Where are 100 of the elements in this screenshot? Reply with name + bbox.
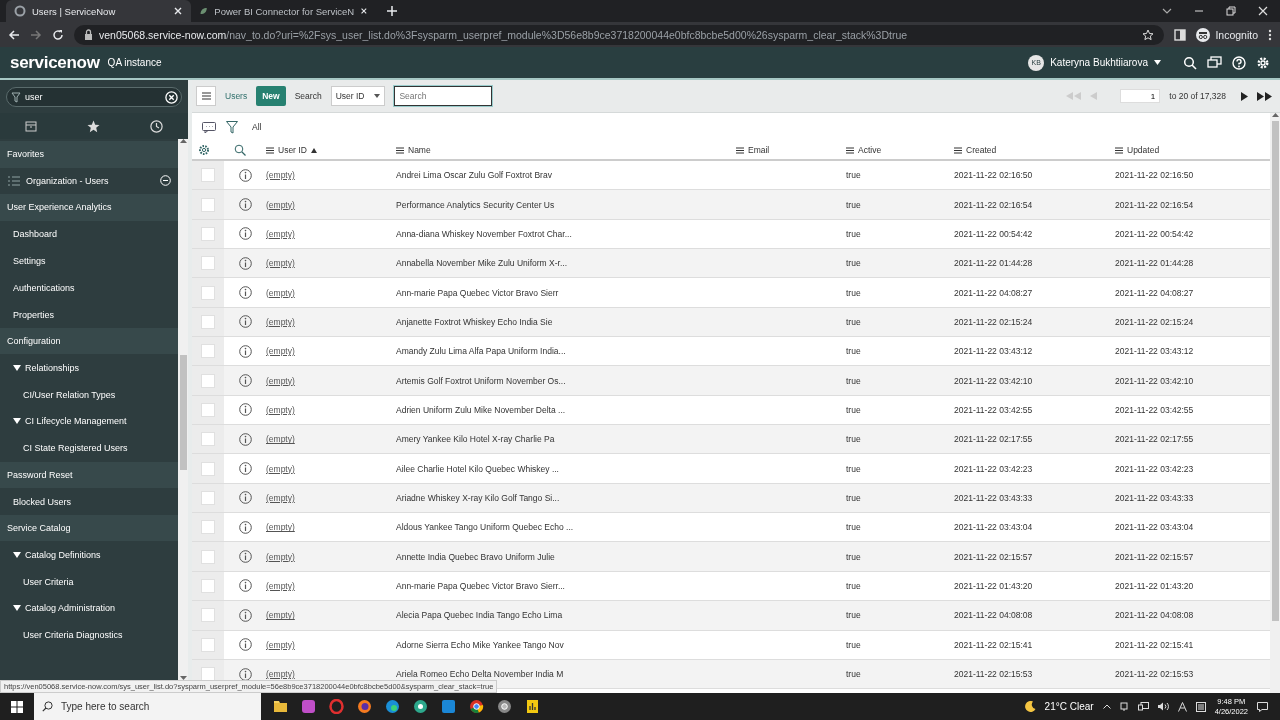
chevron-up-icon[interactable] bbox=[1102, 704, 1111, 709]
remove-icon[interactable] bbox=[160, 175, 171, 187]
settings-icon[interactable] bbox=[198, 144, 210, 156]
record-link[interactable]: (empty) bbox=[266, 228, 295, 239]
record-link[interactable]: (empty) bbox=[266, 463, 295, 474]
close-icon[interactable] bbox=[1258, 6, 1268, 16]
record-link[interactable]: (empty) bbox=[266, 316, 295, 327]
record-link[interactable]: (empty) bbox=[266, 639, 295, 650]
archive-icon[interactable] bbox=[25, 120, 37, 132]
nav-section-header[interactable]: User Experience Analytics bbox=[0, 194, 178, 221]
column-header[interactable]: Updated bbox=[1115, 145, 1160, 155]
info-icon[interactable] bbox=[238, 432, 252, 446]
nav-item[interactable]: CI/User Relation Types bbox=[0, 381, 178, 409]
row-checkbox[interactable] bbox=[201, 608, 215, 623]
nav-item[interactable]: User Criteria bbox=[0, 568, 178, 596]
network-icon[interactable] bbox=[1137, 702, 1149, 711]
close-icon[interactable] bbox=[173, 6, 183, 16]
info-icon[interactable] bbox=[238, 491, 252, 505]
nav-group[interactable]: CI Lifecycle Management bbox=[0, 408, 178, 435]
record-link[interactable]: (empty) bbox=[266, 287, 295, 298]
notifications-icon[interactable] bbox=[1257, 701, 1268, 712]
nav-group[interactable]: Catalog Administration bbox=[0, 595, 178, 622]
info-icon[interactable] bbox=[238, 608, 252, 622]
info-icon[interactable] bbox=[238, 462, 252, 476]
info-icon[interactable] bbox=[238, 315, 252, 329]
row-checkbox[interactable] bbox=[201, 520, 215, 535]
nav-section-header[interactable]: Service Catalog bbox=[0, 514, 178, 542]
nav-item[interactable]: CI State Registered Users bbox=[0, 434, 178, 462]
nav-section-header[interactable]: Favorites bbox=[0, 141, 178, 168]
forward-arrow-icon[interactable] bbox=[30, 28, 42, 41]
nav-section-header[interactable]: Password Reset bbox=[0, 461, 178, 489]
last-page-icon[interactable] bbox=[1257, 91, 1272, 101]
browser-tab[interactable]: Power BI Connector for ServiceN bbox=[191, 0, 376, 22]
filter-icon[interactable] bbox=[226, 120, 238, 134]
logo[interactable]: servicenow bbox=[10, 52, 100, 73]
filter-breadcrumb[interactable]: All bbox=[252, 122, 262, 132]
scrollbar-thumb[interactable] bbox=[179, 354, 187, 470]
restore-icon[interactable] bbox=[1226, 6, 1236, 16]
help-icon[interactable] bbox=[1232, 55, 1246, 70]
chat-icon[interactable] bbox=[1207, 55, 1222, 70]
clock-icon[interactable] bbox=[150, 119, 163, 133]
info-icon[interactable] bbox=[238, 286, 252, 300]
row-checkbox[interactable] bbox=[201, 432, 215, 447]
reload-icon[interactable] bbox=[52, 28, 64, 41]
record-link[interactable]: (empty) bbox=[266, 581, 295, 591]
info-icon[interactable] bbox=[238, 198, 252, 211]
search-field-select[interactable]: User ID bbox=[330, 86, 386, 106]
column-header[interactable]: User ID bbox=[266, 145, 317, 155]
row-checkbox[interactable] bbox=[201, 314, 215, 329]
nav-group[interactable]: Catalog Definitions bbox=[0, 541, 178, 569]
folder-icon[interactable] bbox=[273, 699, 288, 714]
nav-item[interactable]: Authentications bbox=[0, 274, 178, 302]
input-method-icon[interactable] bbox=[1195, 701, 1206, 712]
address-bar[interactable]: ven05068.service-now.com/nav_to.do?uri=%2Fsys_user_list.do%3Fsysparm_userpref_module%3D56e8b9ce3718200044e0bfc8bcbe5d00%26sysparm_clear_stack%3Dtrue bbox=[74, 24, 1165, 45]
filter-field[interactable]: user bbox=[6, 87, 182, 107]
row-checkbox[interactable] bbox=[201, 197, 215, 212]
list-title[interactable]: Users bbox=[225, 91, 248, 101]
record-link[interactable]: (empty) bbox=[266, 346, 295, 357]
taskbar-search-field[interactable]: Type here to search bbox=[34, 693, 261, 720]
info-icon[interactable] bbox=[238, 374, 252, 388]
page-number-field[interactable]: 1 bbox=[1120, 89, 1161, 103]
speaker-icon[interactable] bbox=[1157, 702, 1169, 711]
info-icon[interactable] bbox=[238, 667, 252, 681]
nav-item[interactable]: Dashboard bbox=[0, 220, 178, 248]
windows-icon[interactable] bbox=[11, 700, 23, 713]
row-checkbox[interactable] bbox=[201, 256, 215, 271]
row-checkbox[interactable] bbox=[201, 373, 215, 388]
record-link[interactable]: (empty) bbox=[266, 170, 295, 181]
info-icon[interactable] bbox=[238, 168, 252, 182]
row-checkbox[interactable] bbox=[201, 579, 215, 593]
column-header[interactable]: Email bbox=[736, 145, 770, 155]
chrome-icon[interactable] bbox=[469, 699, 484, 714]
info-icon[interactable] bbox=[238, 227, 252, 241]
nav-item[interactable]: Properties bbox=[0, 301, 178, 328]
search-field[interactable]: Search bbox=[394, 86, 493, 106]
new-tab-icon[interactable] bbox=[386, 5, 398, 17]
info-icon[interactable] bbox=[238, 520, 252, 534]
back-arrow-icon[interactable] bbox=[8, 28, 20, 41]
ring-icon[interactable] bbox=[329, 699, 344, 714]
record-link[interactable]: (empty) bbox=[266, 434, 295, 445]
square-app-icon[interactable] bbox=[301, 699, 316, 714]
row-checkbox[interactable] bbox=[201, 344, 215, 359]
info-icon[interactable] bbox=[238, 256, 252, 270]
info-icon[interactable] bbox=[238, 550, 252, 564]
star-icon[interactable] bbox=[87, 119, 100, 133]
side-panel-icon[interactable] bbox=[1174, 28, 1187, 41]
record-link[interactable]: (empty) bbox=[266, 199, 295, 210]
clear-icon[interactable] bbox=[165, 90, 178, 104]
star-icon[interactable] bbox=[1142, 28, 1155, 41]
search-icon[interactable] bbox=[234, 144, 246, 156]
chart-tile-icon[interactable] bbox=[525, 699, 540, 714]
record-link[interactable]: (empty) bbox=[266, 522, 295, 533]
record-link[interactable]: (empty) bbox=[266, 404, 295, 415]
nav-item[interactable]: Blocked Users bbox=[0, 488, 178, 515]
settings-icon[interactable] bbox=[1256, 55, 1270, 70]
info-icon[interactable] bbox=[238, 638, 252, 652]
record-link[interactable]: (empty) bbox=[266, 610, 295, 621]
favorite-item[interactable]: Organization - Users bbox=[0, 167, 178, 195]
row-checkbox[interactable] bbox=[201, 549, 215, 564]
row-checkbox[interactable] bbox=[201, 285, 215, 300]
